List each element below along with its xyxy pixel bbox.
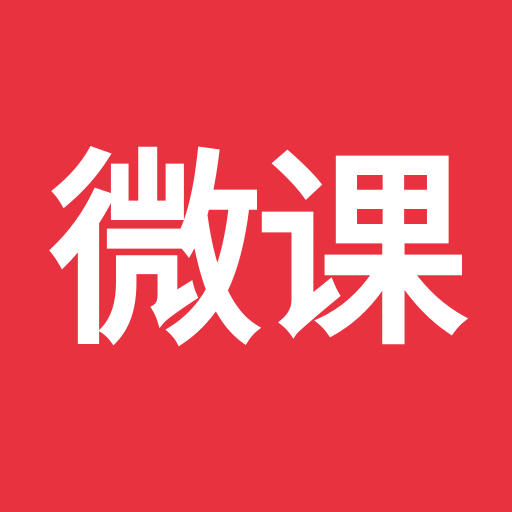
app-icon[interactable]: 微课 xyxy=(0,0,512,512)
app-logo-text: 微课 xyxy=(50,131,468,374)
